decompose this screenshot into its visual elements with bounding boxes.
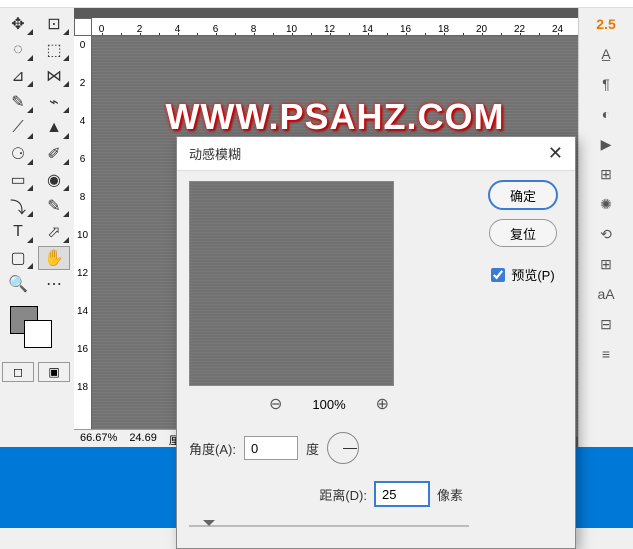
close-icon[interactable]: ✕ (548, 143, 563, 164)
hand-tool[interactable]: ✋ (38, 246, 70, 270)
slider-track (189, 525, 469, 527)
distance-input[interactable] (375, 482, 429, 506)
gradient-tool[interactable]: ▭ (2, 168, 34, 192)
preview-checkbox[interactable] (491, 268, 505, 282)
zoom-row: ⊖ 100% ⊕ (189, 394, 469, 414)
distance-row: 距离(D): 像素 (189, 482, 463, 506)
vertical-ruler[interactable]: 024681012141618 (74, 36, 92, 437)
layers-panel-icon[interactable]: ⊟ (584, 312, 628, 336)
properties-panel-icon[interactable]: ⊞ (584, 252, 628, 276)
channels-panel-icon[interactable]: ≡ (584, 342, 628, 366)
dodge-tool[interactable]: ⤵ (2, 194, 34, 218)
history-panel-icon[interactable]: ⟲ (584, 222, 628, 246)
angle-dial[interactable] (327, 432, 359, 464)
angle-unit: 度 (306, 439, 319, 458)
eyedropper-tool[interactable]: ✎ (2, 90, 34, 114)
ok-button[interactable]: 确定 (489, 181, 557, 209)
reset-button[interactable]: 复位 (489, 219, 557, 247)
slider-thumb[interactable] (203, 520, 215, 532)
preview-label: 预览(P) (511, 265, 554, 284)
distance-slider[interactable] (189, 518, 469, 534)
swatches-panel-icon[interactable]: ⊞ (584, 162, 628, 186)
standard-mode-button[interactable]: ◻ (2, 362, 34, 382)
lasso-tool[interactable]: ◌ (2, 38, 34, 62)
shape-tool[interactable]: ▢ (2, 246, 34, 270)
dialog-body: ⊖ 100% ⊕ 角度(A): 度 距离(D): 像素 确定 复位 (177, 171, 575, 548)
screen-mode-button[interactable]: ▣ (38, 362, 70, 382)
healing-tool[interactable]: ⌁ (38, 90, 70, 114)
motion-blur-dialog: 动感模糊 ✕ ⊖ 100% ⊕ 角度(A): 度 距离(D): 像素 (176, 136, 576, 549)
character-panel-icon[interactable]: A̲ (584, 42, 628, 66)
watermark-text: WWW.PSAHZ.COM (166, 96, 505, 138)
preview-checkbox-row[interactable]: 预览(P) (491, 265, 554, 284)
preview-image[interactable] (189, 181, 394, 386)
artboard-tool[interactable]: ⊡ (38, 12, 70, 36)
color-panel-icon[interactable]: ◐ (584, 102, 628, 126)
pen-tool[interactable]: ✎ (38, 194, 70, 218)
status-position: 24.69 (129, 432, 157, 445)
zoom-tool[interactable]: 🔍 (2, 272, 34, 296)
version-badge: 2.5 (584, 12, 628, 36)
status-bar: 66.67% 24.69 厘 (74, 429, 186, 447)
play-icon[interactable]: ▶ (584, 132, 628, 156)
path-select-tool[interactable]: ⬀ (38, 220, 70, 244)
distance-unit: 像素 (437, 485, 463, 504)
color-swatches (2, 306, 72, 356)
effects-panel-icon[interactable]: ✺ (584, 192, 628, 216)
paragraph-panel-icon[interactable]: ¶ (584, 72, 628, 96)
horizontal-ruler[interactable]: 024681012141618202224 (92, 18, 578, 36)
quick-select-tool[interactable]: ⬚ (38, 38, 70, 62)
angle-label: 角度(A): (189, 439, 236, 458)
crop-tool[interactable]: ⊿ (2, 64, 34, 88)
title-bar (0, 0, 633, 8)
button-column: 确定 复位 预览(P) (483, 181, 563, 534)
history-brush-tool[interactable]: ⚆ (2, 142, 34, 166)
glyphs-panel-icon[interactable]: aA (584, 282, 628, 306)
dialog-title: 动感模糊 (189, 144, 241, 163)
dialog-header[interactable]: 动感模糊 ✕ (177, 137, 575, 171)
move-tool[interactable]: ✥ (2, 12, 34, 36)
eraser-tool[interactable]: ✐ (38, 142, 70, 166)
preview-column: ⊖ 100% ⊕ 角度(A): 度 距离(D): 像素 (189, 181, 469, 534)
quick-mask-row: ◻ ▣ (2, 362, 72, 382)
type-tool[interactable]: T (2, 220, 34, 244)
zoom-level: 100% (312, 397, 345, 412)
zoom-out-icon[interactable]: ⊖ (269, 394, 282, 414)
toolbox: ✥ ⊡ ◌ ⬚ ⊿ ⋈ ✎ ⌁ ⟋ ▲ ⚆ ✐ ▭ ◉ ⤵ ✎ T ⬀ ▢ ✋ … (0, 8, 74, 447)
status-zoom[interactable]: 66.67% (80, 432, 117, 445)
angle-input[interactable] (244, 436, 298, 460)
blur-tool[interactable]: ◉ (38, 168, 70, 192)
distance-label: 距离(D): (319, 485, 367, 504)
frame-tool[interactable]: ⋈ (38, 64, 70, 88)
ruler-origin[interactable] (74, 18, 92, 36)
background-color[interactable] (24, 320, 52, 348)
more-tools[interactable]: ⋯ (38, 272, 70, 296)
zoom-in-icon[interactable]: ⊕ (376, 394, 389, 414)
right-panel: 2.5 A̲ ¶ ◐ ▶ ⊞ ✺ ⟲ ⊞ aA ⊟ ≡ (578, 8, 633, 447)
angle-row: 角度(A): 度 (189, 432, 469, 464)
stamp-tool[interactable]: ▲ (38, 116, 70, 140)
brush-tool[interactable]: ⟋ (2, 116, 34, 140)
